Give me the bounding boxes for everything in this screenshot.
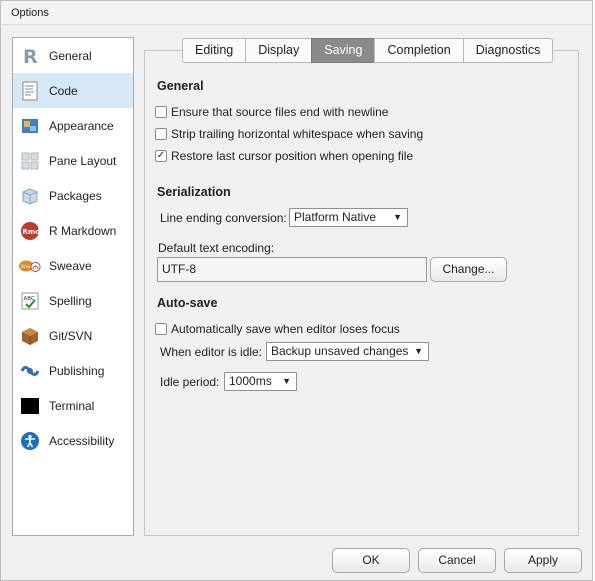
r-logo-icon: R: [19, 45, 41, 67]
sweave-icon: Rnw: [19, 255, 41, 277]
tab-bar: Editing Display Saving Completion Diagno…: [182, 38, 554, 63]
chevron-down-icon: ▼: [414, 346, 423, 356]
idle-label: When editor is idle:: [160, 345, 263, 359]
restore-cursor-option[interactable]: ✓ Restore last cursor position when open…: [155, 149, 413, 163]
encoding-field[interactable]: UTF-8: [157, 257, 427, 282]
sidebar-item-code[interactable]: Code: [13, 73, 133, 108]
idle-period-value: 1000ms: [229, 374, 272, 388]
sidebar-item-label: Sweave: [49, 258, 92, 273]
ensure-newline-option[interactable]: Ensure that source files end with newlin…: [155, 105, 388, 119]
terminal-icon: [19, 395, 41, 417]
sidebar-item-label: Appearance: [49, 118, 114, 133]
svg-text:Rmd: Rmd: [23, 228, 41, 236]
spelling-abc-check-icon: ABC: [19, 290, 41, 312]
publishing-icon: [19, 360, 41, 382]
pane-layout-icon: [19, 150, 41, 172]
window-title: Options: [1, 1, 592, 25]
restore-cursor-checkbox[interactable]: ✓: [155, 150, 167, 162]
idle-period-label: Idle period:: [160, 375, 220, 389]
apply-button[interactable]: Apply: [504, 548, 582, 573]
chevron-down-icon: ▼: [282, 376, 291, 386]
sidebar-item-appearance[interactable]: Appearance: [13, 108, 133, 143]
accessibility-icon: [19, 430, 41, 452]
svg-text:R: R: [23, 46, 38, 66]
section-title-autosave: Auto-save: [157, 296, 218, 310]
line-ending-select[interactable]: Platform Native ▼: [289, 208, 408, 227]
idle-period-select[interactable]: 1000ms ▼: [224, 372, 297, 391]
ensure-newline-checkbox[interactable]: [155, 106, 167, 118]
change-encoding-button[interactable]: Change...: [430, 257, 507, 282]
sidebar-item-general[interactable]: R General: [13, 38, 133, 73]
sidebar-item-terminal[interactable]: Terminal: [13, 388, 133, 423]
sidebar-item-label: Publishing: [49, 363, 105, 378]
sidebar-item-label: Code: [49, 83, 78, 98]
autosave-focus-option[interactable]: Automatically save when editor loses foc…: [155, 322, 400, 336]
sidebar-item-label: Pane Layout: [49, 153, 117, 168]
check-mark-icon: ✓: [156, 150, 166, 161]
options-window: Options R General Code Appearance Pane L…: [0, 0, 593, 581]
appearance-paint-icon: [19, 115, 41, 137]
sidebar-item-label: Terminal: [49, 398, 95, 413]
tab-editing[interactable]: Editing: [182, 38, 246, 63]
sidebar-item-pane-layout[interactable]: Pane Layout: [13, 143, 133, 178]
tab-saving[interactable]: Saving: [311, 38, 375, 63]
git-svn-box-icon: [19, 325, 41, 347]
sidebar-item-r-markdown[interactable]: Rmd R Markdown: [13, 213, 133, 248]
line-ending-value: Platform Native: [294, 210, 377, 224]
chevron-down-icon: ▼: [393, 212, 402, 222]
sidebar-item-publishing[interactable]: Publishing: [13, 353, 133, 388]
sidebar-item-sweave[interactable]: Rnw Sweave: [13, 248, 133, 283]
idle-action-select[interactable]: Backup unsaved changes ▼: [266, 342, 429, 361]
sidebar-item-label: Accessibility: [49, 433, 115, 448]
sidebar-item-label: General: [49, 48, 92, 63]
code-document-icon: [19, 80, 41, 102]
section-title-general: General: [157, 79, 204, 93]
sidebar-item-label: R Markdown: [49, 223, 117, 238]
sidebar: R General Code Appearance Pane Layout Pa…: [12, 37, 134, 536]
ensure-newline-label: Ensure that source files end with newlin…: [171, 105, 389, 119]
strip-whitespace-checkbox[interactable]: [155, 128, 167, 140]
restore-cursor-label: Restore last cursor position when openin…: [171, 149, 414, 163]
strip-whitespace-label: Strip trailing horizontal whitespace whe…: [171, 127, 424, 141]
package-box-icon: [19, 185, 41, 207]
sidebar-item-label: Packages: [49, 188, 102, 203]
sidebar-item-packages[interactable]: Packages: [13, 178, 133, 213]
sidebar-item-accessibility[interactable]: Accessibility: [13, 423, 133, 458]
autosave-focus-checkbox[interactable]: [155, 323, 167, 335]
line-ending-label: Line ending conversion:: [160, 211, 287, 225]
section-title-serialization: Serialization: [157, 185, 231, 199]
sidebar-item-label: Git/SVN: [49, 328, 93, 343]
encoding-label: Default text encoding:: [158, 241, 275, 255]
svg-text:Rnw: Rnw: [21, 263, 31, 269]
idle-action-value: Backup unsaved changes: [271, 344, 409, 358]
tab-diagnostics[interactable]: Diagnostics: [462, 38, 554, 63]
sidebar-item-spelling[interactable]: ABC Spelling: [13, 283, 133, 318]
sidebar-item-git-svn[interactable]: Git/SVN: [13, 318, 133, 353]
rmd-icon: Rmd: [19, 220, 41, 242]
options-panel: [144, 50, 579, 536]
tab-completion[interactable]: Completion: [374, 38, 463, 63]
strip-whitespace-option[interactable]: Strip trailing horizontal whitespace whe…: [155, 127, 423, 141]
sidebar-item-label: Spelling: [49, 293, 92, 308]
ok-button[interactable]: OK: [332, 548, 410, 573]
autosave-focus-label: Automatically save when editor loses foc…: [171, 322, 400, 336]
cancel-button[interactable]: Cancel: [418, 548, 496, 573]
tab-display[interactable]: Display: [245, 38, 312, 63]
